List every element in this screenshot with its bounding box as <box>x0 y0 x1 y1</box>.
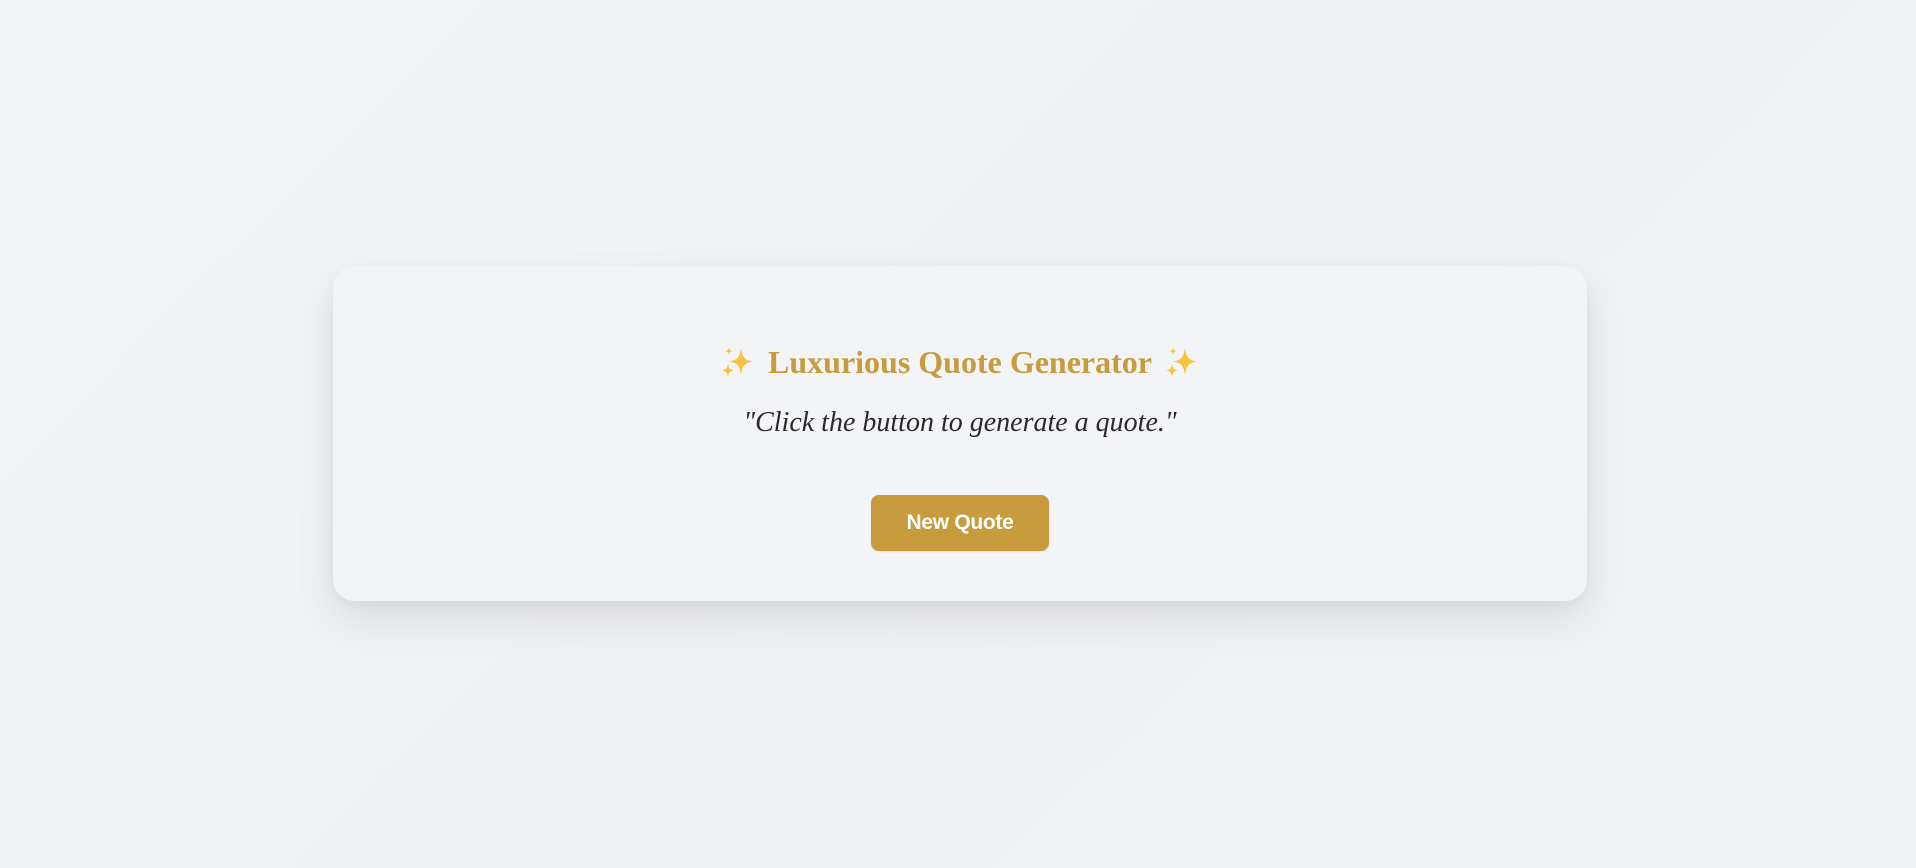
sparkles-icon <box>720 344 756 380</box>
page-title: Luxurious Quote Generator <box>333 342 1587 382</box>
sparkles-icon <box>1164 344 1200 380</box>
title-text: Luxurious Quote Generator <box>768 344 1152 380</box>
new-quote-button[interactable]: New Quote <box>871 495 1049 551</box>
quote-text: "Click the button to generate a quote." <box>743 407 1177 438</box>
quote-card: Luxurious Quote Generator "Click the but… <box>333 266 1587 601</box>
